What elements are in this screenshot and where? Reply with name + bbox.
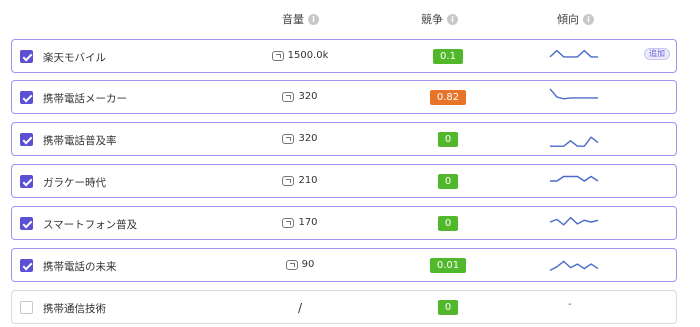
row-checkbox[interactable] xyxy=(20,133,33,146)
keyword-row[interactable]: 楽天モバイル 1500.0k 0.1 追加 xyxy=(11,39,677,73)
volume-column-header: 音量 i xyxy=(282,11,319,27)
keyword-text: ガラケー時代 xyxy=(43,177,106,189)
keyword-text: 携帯電話の未来 xyxy=(43,261,117,273)
row-checkbox[interactable] xyxy=(20,50,33,63)
competition-cell: 0 xyxy=(408,216,488,231)
trend-sparkline xyxy=(550,175,599,182)
competition-badge: 0 xyxy=(437,174,459,189)
keyword-text: 携帯電話普及率 xyxy=(43,135,117,147)
trend-info-icon[interactable]: i xyxy=(583,13,594,25)
trend-sparkline xyxy=(549,260,599,272)
volume-link-icon[interactable] xyxy=(271,50,284,61)
trend-line xyxy=(549,49,598,58)
trend-sparkline xyxy=(550,136,599,147)
competition-column-header: 競争 i xyxy=(421,11,458,27)
volume-cell: / xyxy=(256,301,344,315)
volume-cell: 90 xyxy=(256,259,344,270)
volume-value: / xyxy=(297,301,303,315)
row-checkbox[interactable] xyxy=(20,91,33,104)
row-checkbox[interactable] xyxy=(20,217,33,230)
volume-info-icon[interactable]: i xyxy=(308,13,319,25)
trend-line xyxy=(549,216,599,226)
keyword-text: 携帯電話メーカー xyxy=(43,93,127,105)
volume-value: 1500.0k xyxy=(287,50,329,61)
row-checkbox[interactable] xyxy=(20,259,33,272)
keyword-row[interactable]: ガラケー時代 210 0 xyxy=(11,164,677,198)
volume-value: 170 xyxy=(298,217,318,228)
volume-link-icon[interactable] xyxy=(285,259,298,270)
trend-sparkline xyxy=(549,88,598,100)
keyword-row[interactable]: スマートフォン普及 170 0 xyxy=(11,206,677,240)
trend-line xyxy=(549,88,598,100)
competition-info-icon[interactable]: i xyxy=(447,13,458,25)
keyword-row[interactable]: 携帯電話メーカー 320 0.82 xyxy=(11,80,677,114)
trend-sparkline xyxy=(549,216,599,226)
row-checkbox[interactable] xyxy=(20,301,33,314)
volume-link-icon[interactable] xyxy=(282,91,295,102)
volume-value: 320 xyxy=(298,133,318,144)
competition-cell: 0 xyxy=(408,300,488,315)
volume-link-icon[interactable] xyxy=(282,175,295,186)
trend-header-label: 傾向 xyxy=(557,13,579,26)
keyword-text: 楽天モバイル xyxy=(43,52,106,64)
keyword-text: 携帯通信技術 xyxy=(43,303,106,315)
trend-line xyxy=(550,175,599,182)
volume-cell: 320 xyxy=(256,91,344,102)
keyword-row[interactable]: 携帯電話の未来 90 0.01 xyxy=(11,248,677,282)
volume-value: 320 xyxy=(298,91,318,102)
volume-header-label: 音量 xyxy=(282,13,304,26)
competition-badge: 0 xyxy=(437,300,459,315)
keyword-row[interactable]: 携帯通信技術 / 0 - xyxy=(11,290,677,324)
competition-cell: 0 xyxy=(408,174,488,189)
competition-badge: 0 xyxy=(437,216,459,231)
trend-empty-text: - xyxy=(568,299,572,310)
volume-link-icon[interactable] xyxy=(282,217,295,228)
competition-cell: 0.82 xyxy=(408,90,488,105)
trend-sparkline xyxy=(549,49,598,58)
table-header: 音量 i 競争 i 傾向 i xyxy=(0,0,700,36)
volume-value: 210 xyxy=(298,175,318,186)
volume-value: 90 xyxy=(301,259,315,270)
competition-badge: 0.01 xyxy=(429,258,467,273)
volume-cell: 170 xyxy=(256,217,344,228)
trend-line xyxy=(550,136,599,147)
volume-link-icon[interactable] xyxy=(282,133,295,144)
keyword-text: スマートフォン普及 xyxy=(43,219,138,231)
keyword-row[interactable]: 携帯電話普及率 320 0 xyxy=(11,122,677,156)
row-checkbox[interactable] xyxy=(20,175,33,188)
add-tag[interactable]: 追加 xyxy=(644,48,670,60)
volume-cell: 210 xyxy=(256,175,344,186)
competition-badge: 0 xyxy=(437,132,459,147)
competition-badge: 0.82 xyxy=(429,90,467,105)
volume-cell: 1500.0k xyxy=(256,50,344,61)
competition-cell: 0 xyxy=(408,132,488,147)
competition-badge: 0.1 xyxy=(433,49,463,64)
competition-cell: 0.01 xyxy=(408,258,488,273)
competition-cell: 0.1 xyxy=(408,49,488,64)
trend-column-header: 傾向 i xyxy=(557,11,594,27)
competition-header-label: 競争 xyxy=(421,13,443,26)
trend-line xyxy=(549,260,599,272)
volume-cell: 320 xyxy=(256,133,344,144)
